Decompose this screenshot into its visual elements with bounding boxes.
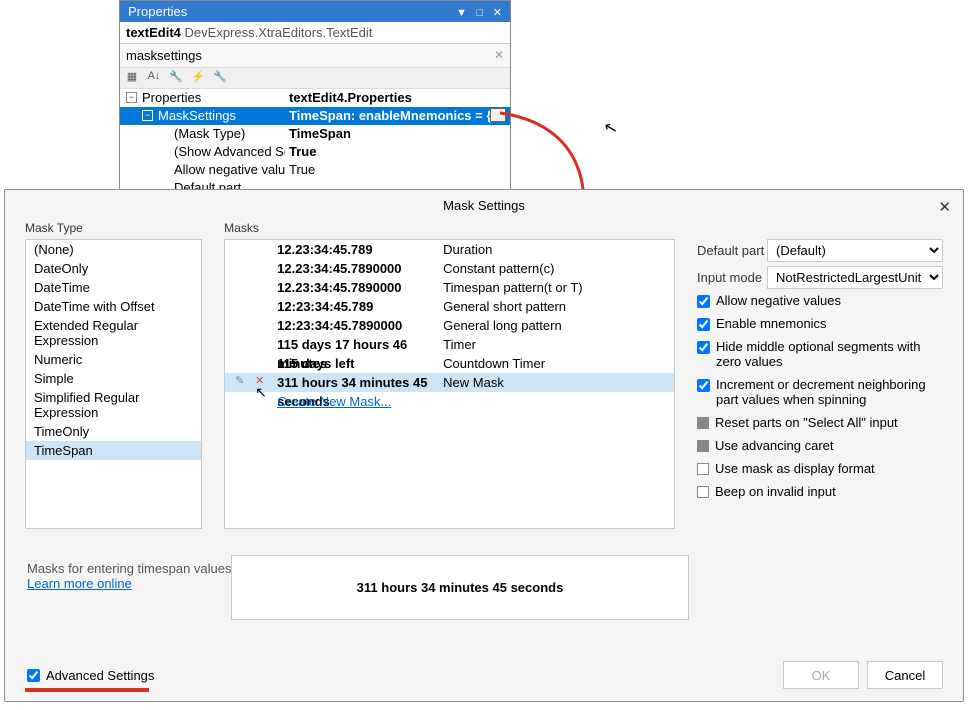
enable-mnemonics-checkbox[interactable]: Enable mnemonics [697, 316, 943, 331]
hide-middle-checkbox[interactable]: Hide middle optional segments with zero … [697, 339, 943, 369]
footer-info: Masks for entering timespan values. Lear… [27, 561, 235, 591]
object-name: textEdit4 [126, 25, 181, 40]
default-part-select[interactable]: (Default) [767, 239, 943, 262]
properties-panel: Properties ▼ □ ✕ textEdit4 DevExpress.Xt… [119, 0, 511, 198]
cursor-icon: ↖ [602, 117, 620, 140]
wrench-icon[interactable]: 🔧 [168, 70, 184, 86]
mask-row[interactable]: 115 days leftCountdown Timer [225, 354, 674, 373]
mask-type-item[interactable]: Extended Regular Expression [26, 316, 201, 350]
collapse-icon[interactable]: − [126, 92, 137, 103]
bolt-icon[interactable]: ⚡ [190, 70, 206, 86]
delete-icon[interactable]: ✕ [255, 374, 269, 388]
ok-button[interactable]: OK [783, 661, 859, 689]
mask-type-label: Mask Type [25, 221, 202, 235]
mask-type-item[interactable]: DateOnly [26, 259, 201, 278]
pin-icon[interactable]: □ [477, 7, 484, 19]
learn-more-link[interactable]: Learn more online [27, 576, 132, 591]
input-mode-select[interactable]: NotRestrictedLargestUnit [767, 266, 943, 289]
prop-row-showadv[interactable]: (Show Advanced Setting True [120, 143, 510, 161]
object-class: DevExpress.XtraEditors.TextEdit [185, 25, 373, 40]
mask-row[interactable]: 12:23:34:45.7890000General long pattern [225, 316, 674, 335]
use-mask-display-checkbox[interactable]: Use mask as display format [697, 461, 943, 476]
prop-row-allowneg[interactable]: Allow negative values True [120, 161, 510, 179]
beep-checkbox[interactable]: Beep on invalid input [697, 484, 943, 499]
mask-type-item[interactable]: Simplified Regular Expression [26, 388, 201, 422]
cancel-button[interactable]: Cancel [867, 661, 943, 689]
mask-type-item[interactable]: TimeOnly [26, 422, 201, 441]
mask-settings-dialog: Mask Settings ✕ Mask Type (None)DateOnly… [4, 189, 964, 702]
edit-icon[interactable]: ✎ [235, 374, 249, 388]
ellipsis-button[interactable]: … [490, 108, 506, 122]
mask-type-item[interactable]: DateTime [26, 278, 201, 297]
mask-type-list[interactable]: (None)DateOnlyDateTimeDateTime with Offs… [25, 239, 202, 529]
props-toolbar: ▦ A↓ 🔧 ⚡ 🔧 [120, 67, 510, 89]
create-new-mask-link[interactable]: Create New Mask... [225, 392, 674, 411]
dialog-title: Mask Settings [443, 198, 525, 213]
mask-type-item[interactable]: Numeric [26, 350, 201, 369]
properties-titlebar: Properties ▼ □ ✕ [120, 1, 510, 22]
preview-box: 311 hours 34 minutes 45 seconds [231, 555, 689, 620]
mask-row[interactable]: 311 hours 34 minutes 45 secondsNew Mask [225, 373, 674, 392]
allow-negative-checkbox[interactable]: Allow negative values [697, 293, 943, 308]
advancing-caret-checkbox[interactable]: Use advancing caret [697, 438, 943, 453]
prop-row-masktype[interactable]: (Mask Type) TimeSpan [120, 125, 510, 143]
prop-row-masksettings[interactable]: − MaskSettings TimeSpan: enableMnemonics… [120, 107, 510, 125]
mask-type-item[interactable]: (None) [26, 240, 201, 259]
alpha-sort-icon[interactable]: A↓ [146, 70, 162, 86]
property-grid: − Properties textEdit4.Properties − Mask… [120, 89, 510, 197]
advanced-settings-checkbox[interactable]: Advanced Settings [27, 668, 154, 683]
search-row: ✕ [120, 44, 510, 67]
mask-row[interactable]: 12.23:34:45.7890000Timespan pattern(t or… [225, 278, 674, 297]
settings-icon[interactable]: 🔧 [212, 70, 228, 86]
close-icon[interactable]: ✕ [493, 7, 502, 19]
collapse-icon[interactable]: − [142, 110, 153, 121]
input-mode-label: Input mode [697, 270, 767, 285]
default-part-label: Default part [697, 243, 767, 258]
mask-row[interactable]: 115 days 17 hours 46 minutesTimer [225, 335, 674, 354]
preview-text: 311 hours 34 minutes 45 seconds [357, 580, 564, 595]
object-selector[interactable]: textEdit4 DevExpress.XtraEditors.TextEdi… [120, 22, 510, 44]
categorized-icon[interactable]: ▦ [124, 70, 140, 86]
masks-label: Masks [224, 221, 675, 235]
properties-title: Properties [128, 4, 187, 19]
dropdown-icon[interactable]: ▼ [456, 7, 467, 19]
masks-list[interactable]: ✎ ✕ ↖ 12.23:34:45.789Duration12.23:34:45… [224, 239, 675, 529]
search-input[interactable] [120, 44, 510, 67]
dialog-titlebar: Mask Settings ✕ [5, 190, 963, 221]
prop-row-properties[interactable]: − Properties textEdit4.Properties [120, 89, 510, 107]
close-icon[interactable]: ✕ [938, 198, 951, 216]
mask-type-item[interactable]: DateTime with Offset [26, 297, 201, 316]
mask-type-item[interactable]: TimeSpan [26, 441, 201, 460]
mask-row[interactable]: 12.23:34:45.789Duration [225, 240, 674, 259]
mask-row[interactable]: 12:23:34:45.789General short pattern [225, 297, 674, 316]
annotation-underline [25, 688, 149, 692]
clear-search-icon[interactable]: ✕ [494, 48, 504, 62]
mask-type-item[interactable]: Simple [26, 369, 201, 388]
mask-row[interactable]: 12.23:34:45.7890000Constant pattern(c) [225, 259, 674, 278]
increment-decrement-checkbox[interactable]: Increment or decrement neighboring part … [697, 377, 943, 407]
reset-parts-checkbox[interactable]: Reset parts on "Select All" input [697, 415, 943, 430]
